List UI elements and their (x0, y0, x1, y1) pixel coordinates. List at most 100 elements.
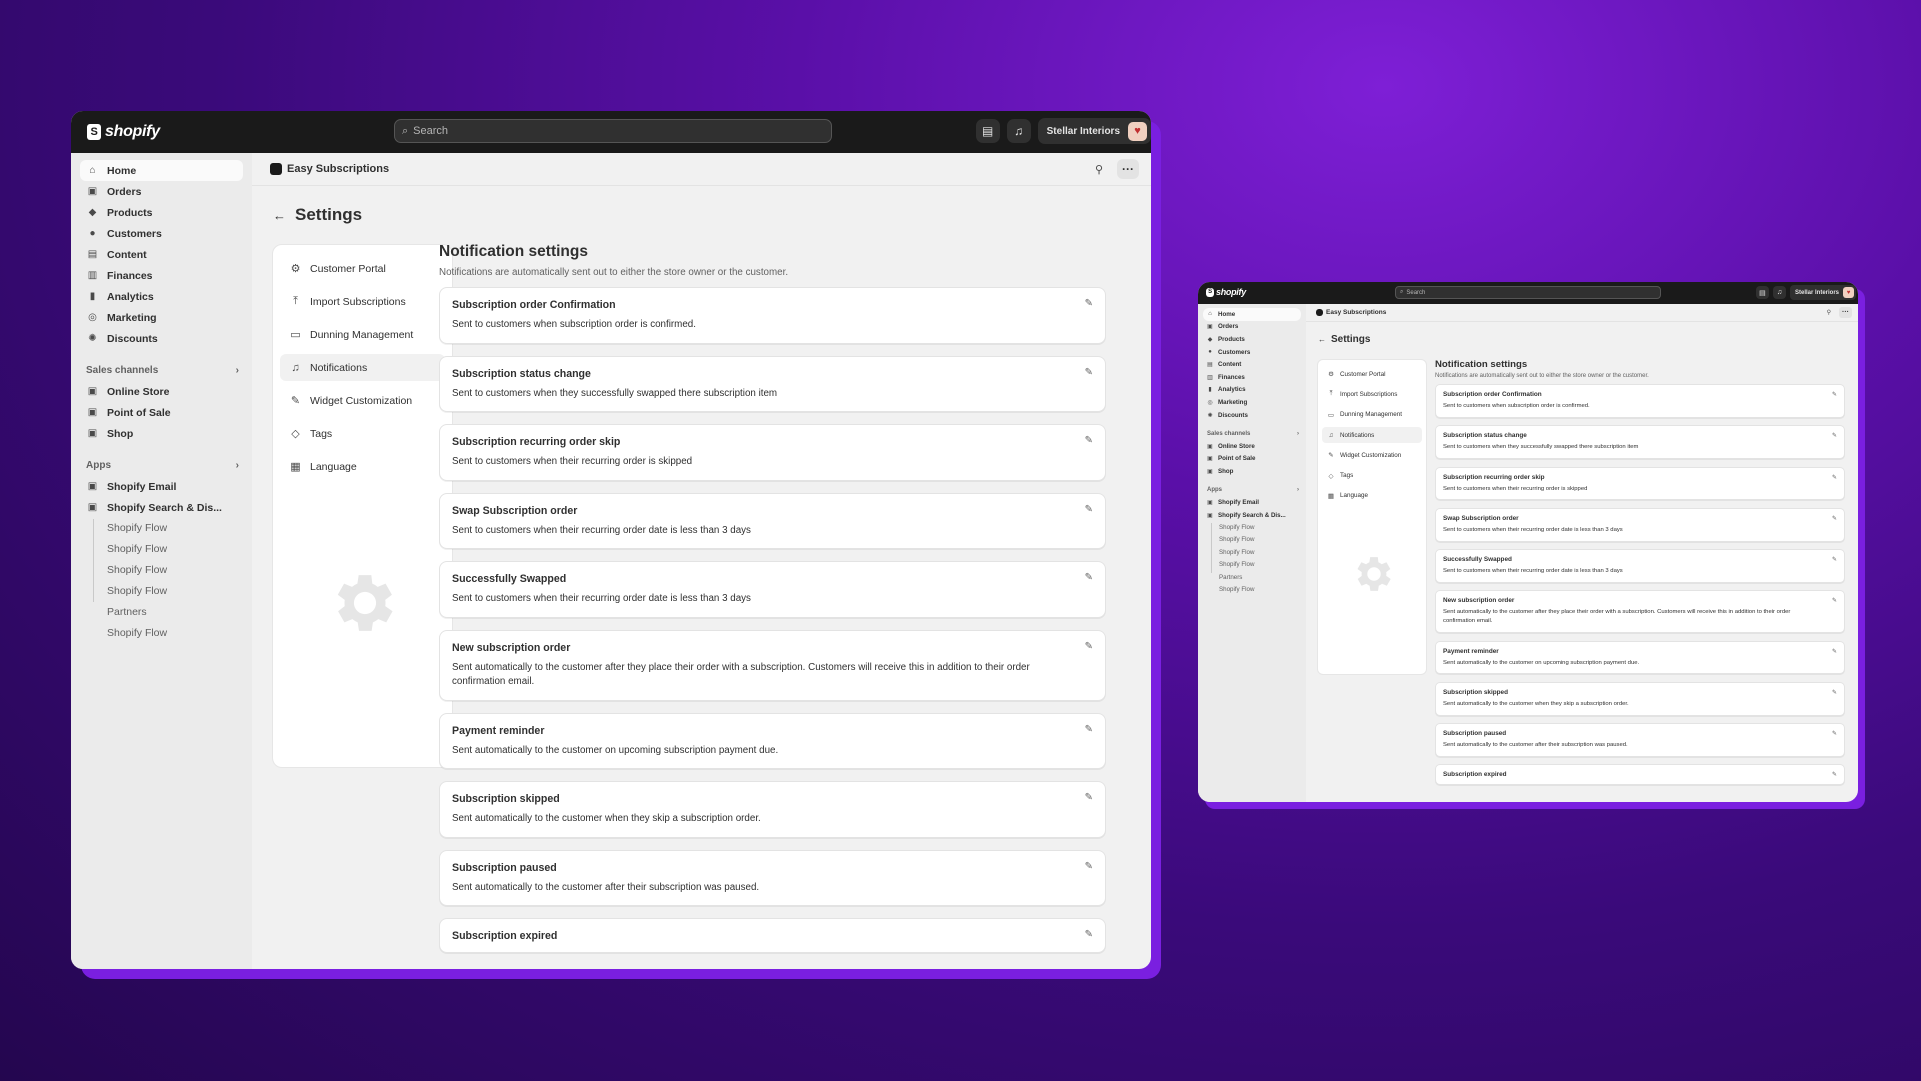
edit-pencil-icon[interactable]: ✎ (1832, 515, 1837, 522)
notification-card[interactable]: Payment reminder Sent automatically to th… (1435, 640, 1845, 675)
sales-channels-header[interactable]: Sales channels › (1203, 427, 1301, 440)
settings-nav-dunning-management[interactable]: ▭ Dunning Management (280, 321, 445, 348)
app-sub-item[interactable]: Shopify Flow (1219, 559, 1301, 572)
settings-nav-language[interactable]: ▦ Language (1322, 488, 1422, 504)
shopify-logo[interactable]: S shopify (87, 123, 160, 141)
notification-card[interactable]: New subscription order Sent automatically… (1435, 590, 1845, 634)
sidebar-item-marketing[interactable]: ◎ Marketing (1203, 396, 1301, 409)
sidebar-item-discounts[interactable]: ✺ Discounts (1203, 409, 1301, 422)
settings-nav-import-subscriptions[interactable]: ⤒ Import Subscriptions (1322, 386, 1422, 402)
app-sub-item[interactable]: Shopify Flow (107, 518, 243, 539)
shopify-logo[interactable]: S shopify (1206, 287, 1246, 297)
app-sub-item[interactable]: Partners (107, 602, 243, 623)
app-sub-item[interactable]: Shopify Flow (107, 581, 243, 602)
notification-card[interactable]: Subscription order Confirmation Sent to c… (1435, 384, 1845, 418)
notification-card[interactable]: Subscription paused Sent automatically to… (439, 849, 1106, 906)
edit-pencil-icon[interactable]: ✎ (1832, 556, 1837, 563)
channel-item-online-store[interactable]: ▣ Online Store (1203, 440, 1301, 453)
app-sub-item[interactable]: Shopify Flow (1219, 547, 1301, 560)
sidebar-item-orders[interactable]: ▣ Orders (80, 181, 243, 202)
app-sub-item[interactable]: Partners (1219, 572, 1301, 585)
settings-nav-dunning-management[interactable]: ▭ Dunning Management (1322, 407, 1422, 423)
app-sub-item[interactable]: Shopify Flow (107, 539, 243, 560)
sidebar-item-home[interactable]: ⌂ Home (1203, 308, 1301, 321)
more-actions-button[interactable]: ··· (1839, 307, 1852, 318)
edit-pencil-icon[interactable]: ✎ (1085, 641, 1093, 652)
notification-card[interactable]: Subscription order Confirmation Sent to c… (439, 287, 1106, 344)
settings-nav-widget-customization[interactable]: ✎ Widget Customization (1322, 447, 1422, 463)
edit-pencil-icon[interactable]: ✎ (1832, 474, 1837, 481)
channel-item-online-store[interactable]: ▣ Online Store (80, 381, 243, 402)
sidebar-item-content[interactable]: ▤ Content (80, 244, 243, 265)
notification-card[interactable]: Swap Subscription order Sent to customers… (439, 492, 1106, 549)
edit-pencil-icon[interactable]: ✎ (1832, 432, 1837, 439)
channel-item-shop[interactable]: ▣ Shop (80, 423, 243, 444)
edit-pencil-icon[interactable]: ✎ (1085, 367, 1093, 378)
sidebar-item-finances[interactable]: ▥ Finances (1203, 371, 1301, 384)
sidebar-item-marketing[interactable]: ◎ Marketing (80, 307, 243, 328)
sidebar-item-finances[interactable]: ▥ Finances (80, 265, 243, 286)
edit-pencil-icon[interactable]: ✎ (1832, 648, 1837, 655)
apps-header[interactable]: Apps › (80, 455, 243, 476)
notification-card[interactable]: Subscription skipped Sent automatically t… (439, 781, 1106, 838)
app-item-shopify-search-dis[interactable]: ▣ Shopify Search & Dis... (1203, 509, 1301, 522)
sidebar-item-products[interactable]: ◆ Products (1203, 333, 1301, 346)
channel-item-point-of-sale[interactable]: ▣ Point of Sale (80, 402, 243, 423)
notification-card[interactable]: Subscription expired ✎ (1435, 764, 1845, 786)
edit-pencil-icon[interactable]: ✎ (1832, 689, 1837, 696)
settings-nav-tags[interactable]: ◇ Tags (280, 420, 445, 447)
edit-pencil-icon[interactable]: ✎ (1832, 771, 1837, 778)
edit-pencil-icon[interactable]: ✎ (1085, 929, 1093, 940)
settings-nav-customer-portal[interactable]: ⚙ Customer Portal (1322, 366, 1422, 382)
notification-card[interactable]: Subscription paused Sent automatically to… (1435, 723, 1845, 757)
edit-pencil-icon[interactable]: ✎ (1832, 597, 1837, 604)
sidebar-item-content[interactable]: ▤ Content (1203, 358, 1301, 371)
sales-channels-header[interactable]: Sales channels › (80, 360, 243, 381)
app-item-shopify-email[interactable]: ▣ Shopify Email (1203, 496, 1301, 509)
apps-header[interactable]: Apps › (1203, 484, 1301, 497)
notification-card[interactable]: Subscription recurring order skip Sent to… (1435, 466, 1845, 501)
edit-pencil-icon[interactable]: ✎ (1832, 391, 1837, 398)
back-arrow-icon[interactable]: ← (273, 208, 286, 223)
sidebar-item-analytics[interactable]: ▮ Analytics (1203, 384, 1301, 397)
app-sub-item[interactable]: Shopify Flow (1219, 522, 1301, 535)
notification-card[interactable]: Subscription status change Sent to custom… (439, 355, 1106, 412)
app-item-shopify-email[interactable]: ▣ Shopify Email (80, 476, 243, 497)
notification-card[interactable]: Subscription skipped Sent automatically t… (1435, 681, 1845, 716)
back-arrow-icon[interactable]: ← (1318, 335, 1326, 344)
sidebar-item-home[interactable]: ⌂ Home (80, 160, 243, 181)
app-sub-item[interactable]: Shopify Flow (107, 560, 243, 581)
more-actions-button[interactable]: ··· (1117, 159, 1139, 179)
app-sub-item[interactable]: Shopify Flow (107, 623, 243, 644)
settings-nav-language[interactable]: ▦ Language (280, 453, 445, 480)
settings-nav-import-subscriptions[interactable]: ⤒ Import Subscriptions (280, 288, 445, 315)
edit-pencil-icon[interactable]: ✎ (1085, 435, 1093, 446)
notification-card[interactable]: Payment reminder Sent automatically to th… (439, 712, 1106, 769)
notification-card[interactable]: Swap Subscription order Sent to customers… (1435, 507, 1845, 542)
edit-pencil-icon[interactable]: ✎ (1085, 572, 1093, 583)
sidebar-item-discounts[interactable]: ✺ Discounts (80, 328, 243, 349)
app-sub-item[interactable]: Shopify Flow (1219, 584, 1301, 597)
edit-pencil-icon[interactable]: ✎ (1085, 724, 1093, 735)
notification-card[interactable]: New subscription order Sent automatically… (439, 629, 1106, 701)
sidebar-item-customers[interactable]: ● Customers (80, 223, 243, 244)
sidebar-item-customers[interactable]: ● Customers (1203, 346, 1301, 359)
edit-pencil-icon[interactable]: ✎ (1085, 792, 1093, 803)
settings-nav-notifications[interactable]: ♫ Notifications (1322, 426, 1422, 444)
settings-nav-customer-portal[interactable]: ⚙ Customer Portal (280, 255, 445, 282)
pin-icon[interactable]: ⚲ (1095, 163, 1103, 176)
edit-pencil-icon[interactable]: ✎ (1085, 298, 1093, 309)
notification-card[interactable]: Subscription status change Sent to custom… (1435, 425, 1845, 460)
notification-card[interactable]: Successfully Swapped Sent to customers wh… (1435, 549, 1845, 583)
settings-nav-notifications[interactable]: ♫ Notifications (280, 354, 445, 381)
settings-nav-tags[interactable]: ◇ Tags (1322, 467, 1422, 483)
notification-card[interactable]: Subscription recurring order skip Sent to… (439, 424, 1106, 481)
edit-pencil-icon[interactable]: ✎ (1832, 730, 1837, 737)
notification-card[interactable]: Successfully Swapped Sent to customers wh… (439, 561, 1106, 618)
sidebar-item-analytics[interactable]: ▮ Analytics (80, 286, 243, 307)
edit-pencil-icon[interactable]: ✎ (1085, 504, 1093, 515)
settings-nav-widget-customization[interactable]: ✎ Widget Customization (280, 387, 445, 414)
edit-pencil-icon[interactable]: ✎ (1085, 861, 1093, 872)
notification-card[interactable]: Subscription expired ✎ (439, 918, 1106, 953)
app-sub-item[interactable]: Shopify Flow (1219, 534, 1301, 547)
